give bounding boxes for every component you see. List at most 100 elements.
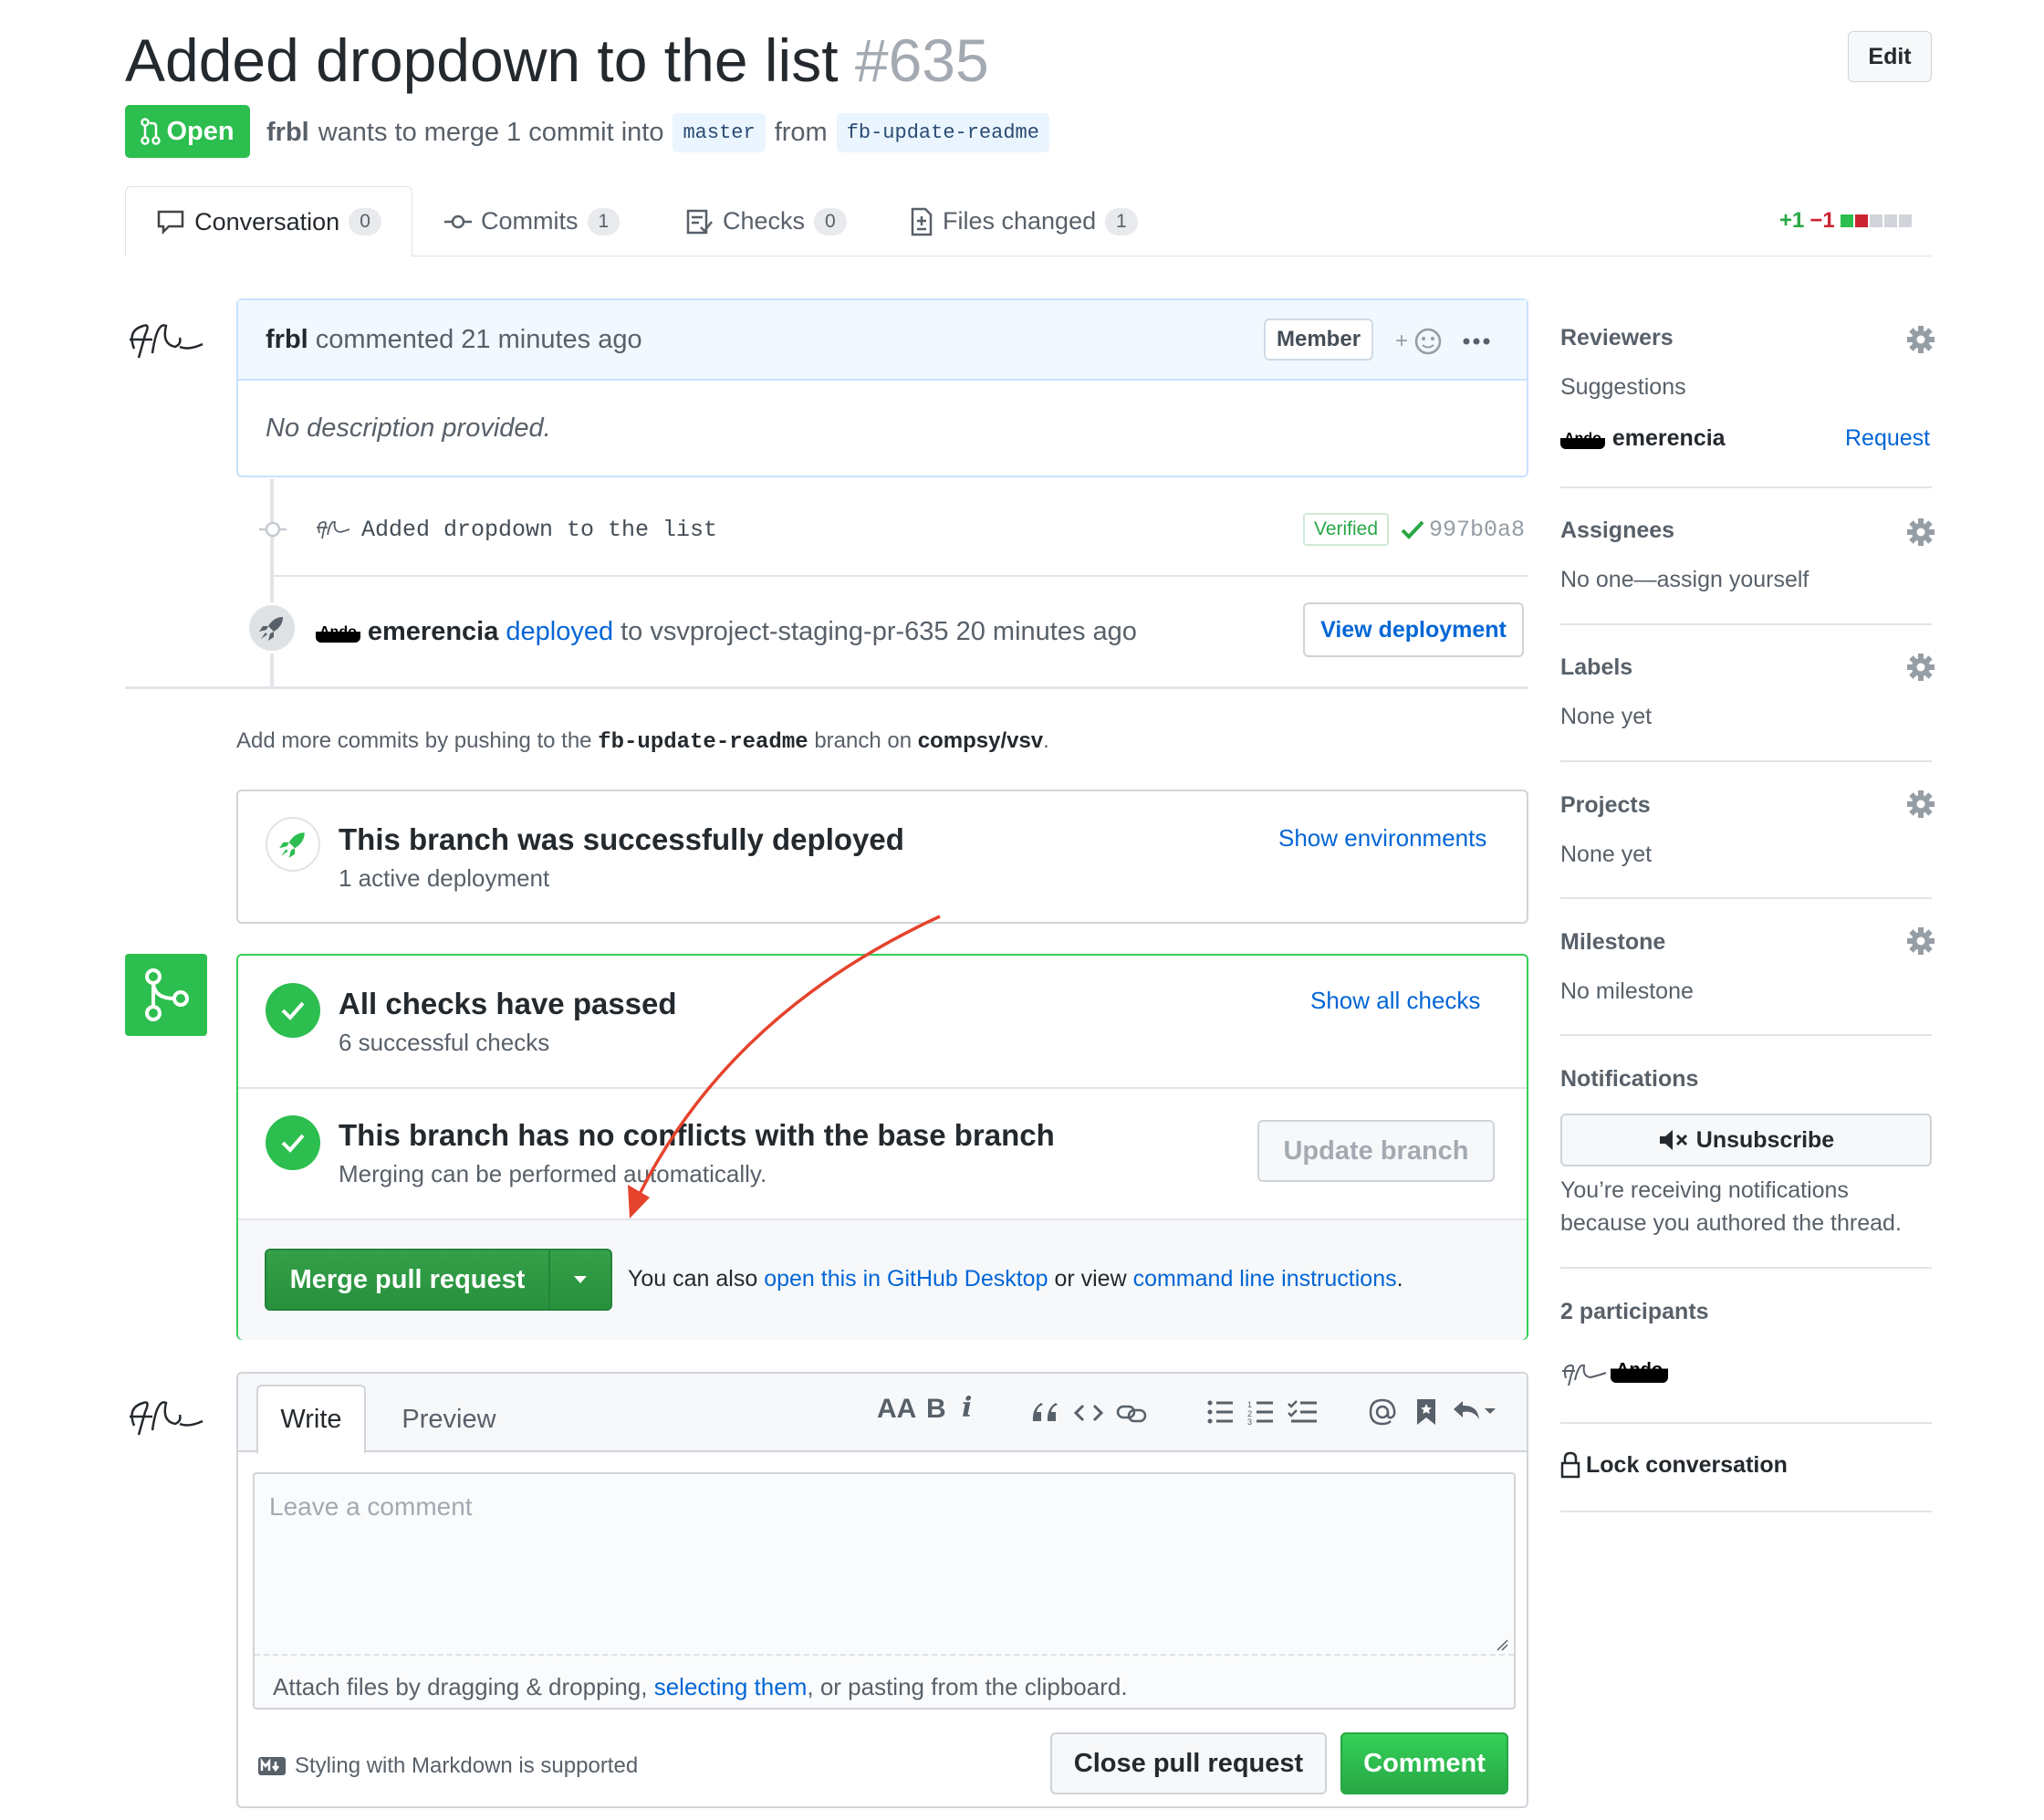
header-text-icon[interactable]: AA [877,1394,916,1425]
checks-subtitle: 6 successful checks [339,1029,550,1056]
lock-conversation[interactable]: Lock conversation [1560,1451,1788,1479]
merge-divider [238,1087,1527,1089]
suggested-reviewer: Ando emerencia [1560,425,1726,452]
merge-pull-request-button[interactable]: Merge pull request [265,1249,612,1311]
bold-icon[interactable]: B [926,1394,946,1425]
signature-avatar [130,324,203,359]
commit-dot-icon [259,521,287,538]
participant-avatar-ando[interactable]: Ando [1611,1357,1669,1383]
push-hint-suffix: . [1043,728,1049,753]
assignees-heading: Assignees [1560,518,1675,543]
reviewers-heading: Reviewers [1560,325,1674,350]
head-branch[interactable]: fb-update-readme [836,113,1049,152]
notifications-reason-line2: because you authored the thread. [1560,1210,1902,1236]
show-all-checks-link[interactable]: Show all checks [1310,987,1480,1015]
saved-reply-icon[interactable] [1415,1397,1437,1427]
base-branch[interactable]: master [673,113,766,152]
request-review-link[interactable]: Request [1845,425,1930,452]
unordered-list-icon[interactable] [1207,1399,1235,1425]
more-options-icon[interactable] [1463,335,1490,348]
deployment-event-icon [246,602,297,654]
ordered-list-icon[interactable]: 123 [1247,1399,1275,1425]
checks-title: All checks have passed [339,987,677,1020]
commit-sha[interactable]: 997b0a8 [1429,517,1525,543]
resize-handle-icon[interactable] [1496,1638,1508,1651]
participant-avatar[interactable] [1560,1355,1608,1387]
reviewer-name[interactable]: emerencia [1612,425,1726,452]
tab-preview[interactable]: Preview [381,1385,517,1454]
deployed-link[interactable]: deployed [506,617,613,647]
gear-icon[interactable] [1907,927,1934,955]
svg-text:+: + [1395,329,1408,353]
comment-placeholder: Leave a comment [269,1492,473,1521]
deployment-event: Ando emerencia deployed to vsvproject-st… [316,617,1137,647]
merge-dropdown-toggle[interactable] [550,1275,610,1284]
add-reaction-icon[interactable]: + [1395,326,1446,357]
lock-icon [1560,1451,1580,1479]
tab-write[interactable]: Write [256,1385,366,1454]
gear-icon[interactable] [1907,654,1934,681]
markdown-icon [258,1757,286,1775]
current-user-avatar[interactable] [125,1380,207,1449]
selecting-them-link[interactable]: selecting them [654,1673,808,1700]
deployment-status-icon [266,817,320,872]
show-environments-link[interactable]: Show environments [1278,824,1486,852]
quote-icon[interactable] [1030,1401,1058,1425]
merge-button-label[interactable]: Merge pull request [266,1265,548,1295]
assign-yourself-link[interactable]: No one—assign yourself [1560,567,1809,593]
update-branch-button[interactable]: Update branch [1257,1120,1495,1182]
gear-icon[interactable] [1907,790,1934,818]
tab-checks[interactable]: Checks 0 [686,186,847,256]
close-pull-request-button[interactable]: Close pull request [1050,1732,1327,1794]
deployment-target: to vsvproject-staging-pr-635 20 minutes … [620,617,1137,646]
pr-title-text: Added dropdown to the list [125,26,839,94]
sidebar-divider [1560,760,1932,762]
svg-text:3: 3 [1247,1417,1252,1425]
reviewer-avatar[interactable]: Ando [1560,428,1605,449]
verified-badge[interactable]: Verified [1303,513,1390,546]
no-conflicts-icon [266,1115,320,1170]
tab-label: Files changed [943,207,1097,235]
tab-label: Conversation [194,207,340,235]
code-icon[interactable] [1074,1403,1103,1423]
rocket-icon [259,617,283,641]
edit-button[interactable]: Edit [1848,31,1932,82]
labels-heading: Labels [1560,654,1633,680]
reply-icon[interactable] [1452,1397,1496,1425]
gear-icon[interactable] [1907,326,1934,353]
labels-value: None yet [1560,704,1653,729]
tab-counter: 1 [587,207,620,235]
mute-icon [1659,1130,1687,1150]
comment-button[interactable]: Comment [1340,1732,1508,1794]
tab-conversation[interactable]: Conversation 0 [125,186,412,257]
tab-commits[interactable]: Commits 1 [444,186,620,256]
italic-icon[interactable]: i [962,1392,972,1424]
markdown-note-text: Styling with Markdown is supported [295,1753,639,1778]
comment-author[interactable]: frbl [266,325,308,355]
markdown-note[interactable]: Styling with Markdown is supported [258,1753,638,1779]
github-desktop-link[interactable]: open this in GitHub Desktop [764,1266,1048,1292]
view-deployment-button[interactable]: View deployment [1303,602,1524,657]
command-line-link[interactable]: command line instructions [1133,1266,1397,1292]
tab-files-changed[interactable]: Files changed 1 [910,186,1138,256]
pr-author[interactable]: frbl [266,118,309,148]
commit-message[interactable]: Added dropdown to the list [361,517,717,543]
unsubscribe-label: Unsubscribe [1695,1126,1835,1153]
merge-alternatives: You can also open this in GitHub Desktop… [628,1266,1403,1292]
comment-textarea[interactable]: Leave a comment Attach files by dragging… [253,1472,1516,1710]
commit-author-avatar[interactable] [315,513,351,540]
deployer-name[interactable]: emerencia [368,617,499,647]
tab-label: Commits [481,207,579,235]
unsubscribe-button[interactable]: Unsubscribe [1560,1114,1932,1166]
task-list-icon[interactable] [1288,1399,1319,1425]
deployer-avatar[interactable]: Ando [316,622,360,643]
merge-status-icon [125,954,207,1036]
svg-text:1: 1 [1247,1400,1252,1409]
timeline-end-divider [125,686,1528,689]
link-icon[interactable] [1116,1401,1147,1425]
author-avatar[interactable] [125,303,207,379]
gear-icon[interactable] [1907,518,1934,546]
deployment-status-subtitle: 1 active deployment [339,864,550,892]
mention-icon[interactable] [1368,1397,1397,1427]
diffstat-bar [1840,208,1914,234]
